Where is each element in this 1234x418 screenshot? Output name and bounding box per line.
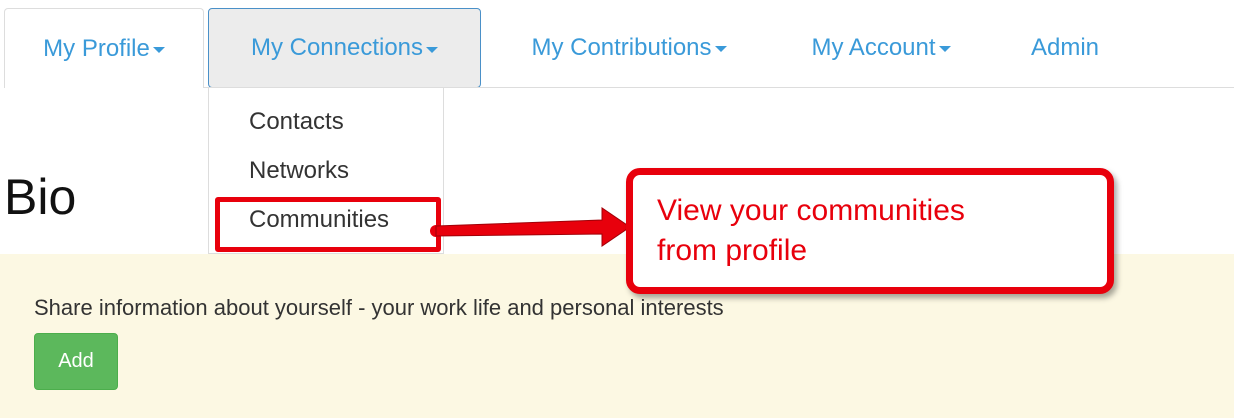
menu-item-networks[interactable]: Networks <box>249 157 349 185</box>
caret-down-icon <box>152 47 165 53</box>
tab-my-contributions[interactable]: My Contributions <box>494 8 764 87</box>
caret-down-icon <box>426 46 439 53</box>
callout-line-2: from profile <box>657 234 808 267</box>
arrow-right-icon <box>430 207 631 247</box>
profile-page: My Profile My Connections My Contributio… <box>0 0 1234 418</box>
tab-my-connections[interactable]: My Connections <box>208 8 481 88</box>
tab-admin[interactable]: Admin <box>1010 8 1120 87</box>
caret-down-icon <box>714 46 727 52</box>
page-title: Bio <box>4 169 77 225</box>
caret-down-icon <box>938 46 951 52</box>
callout-line-1: View your communities <box>657 194 965 227</box>
profile-tabs: My Profile My Connections My Contributio… <box>0 0 1234 88</box>
tab-label: My Profile <box>43 34 150 62</box>
tab-my-account[interactable]: My Account <box>786 8 976 87</box>
tab-label: My Connections <box>250 34 424 61</box>
highlight-box <box>215 197 441 252</box>
tab-label: My Contributions <box>531 33 712 61</box>
annotation-callout: View your communities from profile <box>626 168 1114 294</box>
tab-my-profile[interactable]: My Profile <box>4 8 204 88</box>
bio-description: Share information about yourself - your … <box>34 295 724 320</box>
tab-label: Admin <box>1030 33 1100 61</box>
add-bio-button[interactable]: Add <box>34 333 118 390</box>
menu-item-contacts[interactable]: Contacts <box>249 108 344 136</box>
tab-label: My Account <box>811 33 936 61</box>
